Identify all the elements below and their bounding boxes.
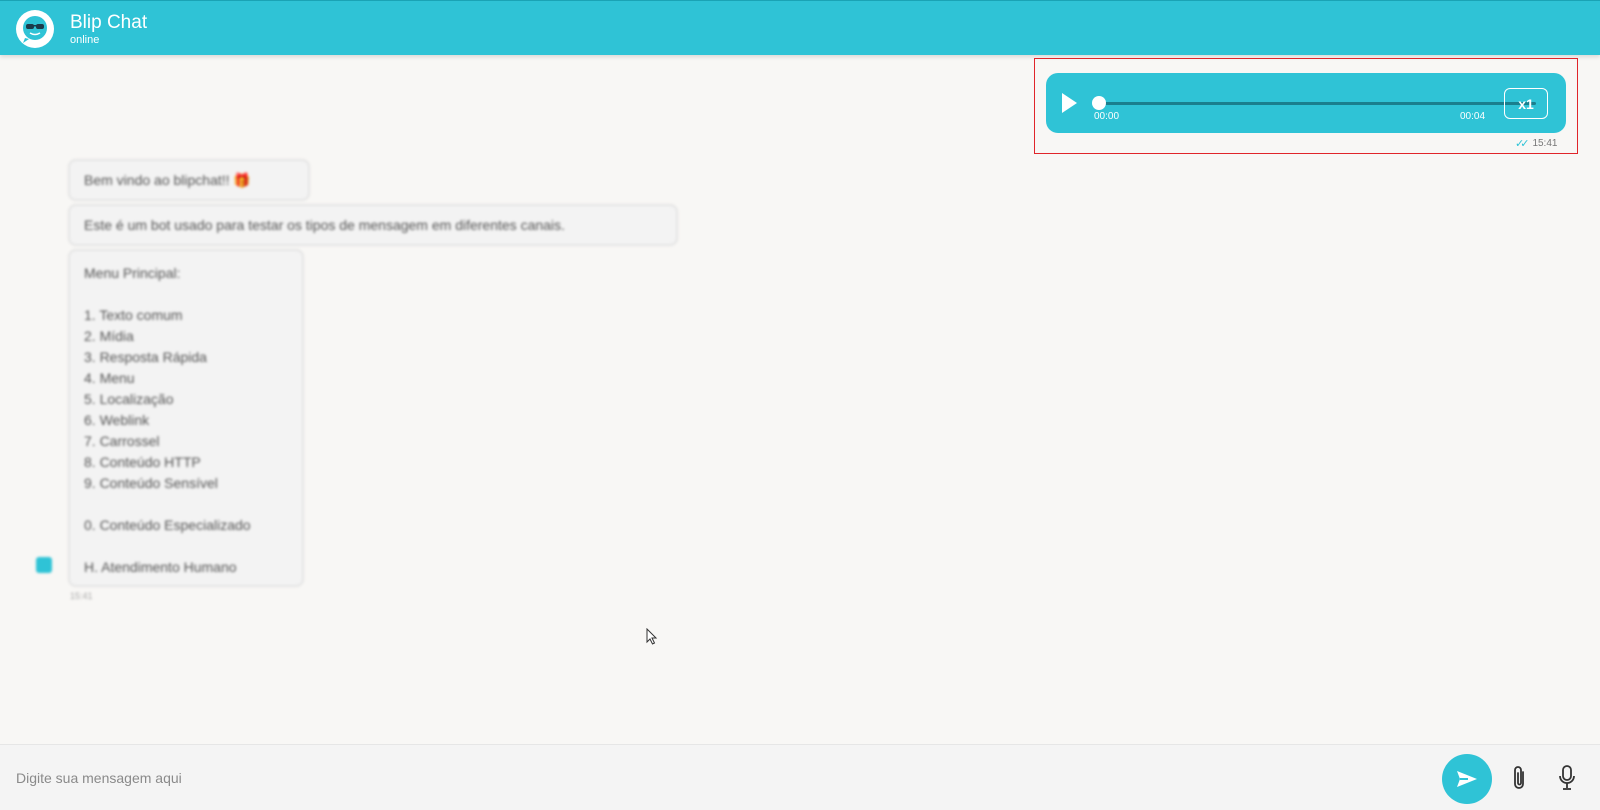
- play-icon[interactable]: [1062, 93, 1077, 113]
- audio-message-bubble: 00:00 00:04 x1: [1046, 73, 1566, 133]
- menu-item: 5. Localização: [84, 391, 174, 407]
- message-composer: [0, 744, 1600, 810]
- microphone-icon[interactable]: [1557, 764, 1577, 792]
- bot-message-welcome: Bem vindo ao blipchat!! 🎁: [68, 159, 310, 201]
- menu-item: 3. Resposta Rápida: [84, 349, 207, 365]
- menu-item: 4. Menu: [84, 370, 135, 386]
- audio-message-meta: ✓✓ 15:41: [1515, 137, 1557, 150]
- chat-bot-logo-icon: [16, 10, 54, 48]
- chat-header: Blip Chat online: [0, 0, 1600, 55]
- menu-item: 1. Texto comum: [84, 307, 183, 323]
- intro-text: Este é um bot usado para testar os tipos…: [84, 217, 565, 233]
- audio-progress-handle[interactable]: [1092, 96, 1106, 110]
- menu-item: 2. Mídia: [84, 328, 134, 344]
- welcome-text: Bem vindo ao blipchat!!: [84, 172, 230, 188]
- menu-item: 9. Conteúdo Sensível: [84, 475, 218, 491]
- audio-sent-time: 15:41: [1532, 138, 1558, 149]
- audio-duration: 00:04: [1460, 111, 1486, 122]
- bot-avatar: [36, 557, 52, 573]
- menu-item: H. Atendimento Humano: [84, 559, 237, 575]
- menu-item: 8. Conteúdo HTTP: [84, 454, 201, 470]
- send-button[interactable]: [1442, 754, 1492, 804]
- bot-message-time: 15:41: [70, 591, 93, 601]
- audio-elapsed-time: 00:00: [1094, 111, 1120, 122]
- menu-item: 6. Weblink: [84, 412, 150, 428]
- playback-speed-button[interactable]: x1: [1504, 88, 1548, 119]
- menu-title: Menu Principal:: [84, 265, 181, 281]
- gift-emoji-icon: 🎁: [233, 172, 251, 188]
- bot-message-menu: Menu Principal: 1. Texto comum 2. Mídia …: [68, 249, 304, 587]
- message-input[interactable]: [14, 755, 1418, 801]
- menu-item: 0. Conteúdo Especializado: [84, 517, 251, 533]
- menu-item: 7. Carrossel: [84, 433, 160, 449]
- paperclip-icon[interactable]: [1511, 765, 1529, 791]
- double-check-icon: ✓✓: [1515, 138, 1530, 150]
- bot-message-intro: Este é um bot usado para testar os tipos…: [68, 204, 678, 246]
- chat-status: online: [70, 34, 100, 46]
- mouse-cursor-icon: [646, 628, 658, 645]
- chat-title: Blip Chat: [70, 12, 148, 33]
- send-icon: [1457, 771, 1477, 787]
- audio-progress-track[interactable]: [1092, 96, 1536, 110]
